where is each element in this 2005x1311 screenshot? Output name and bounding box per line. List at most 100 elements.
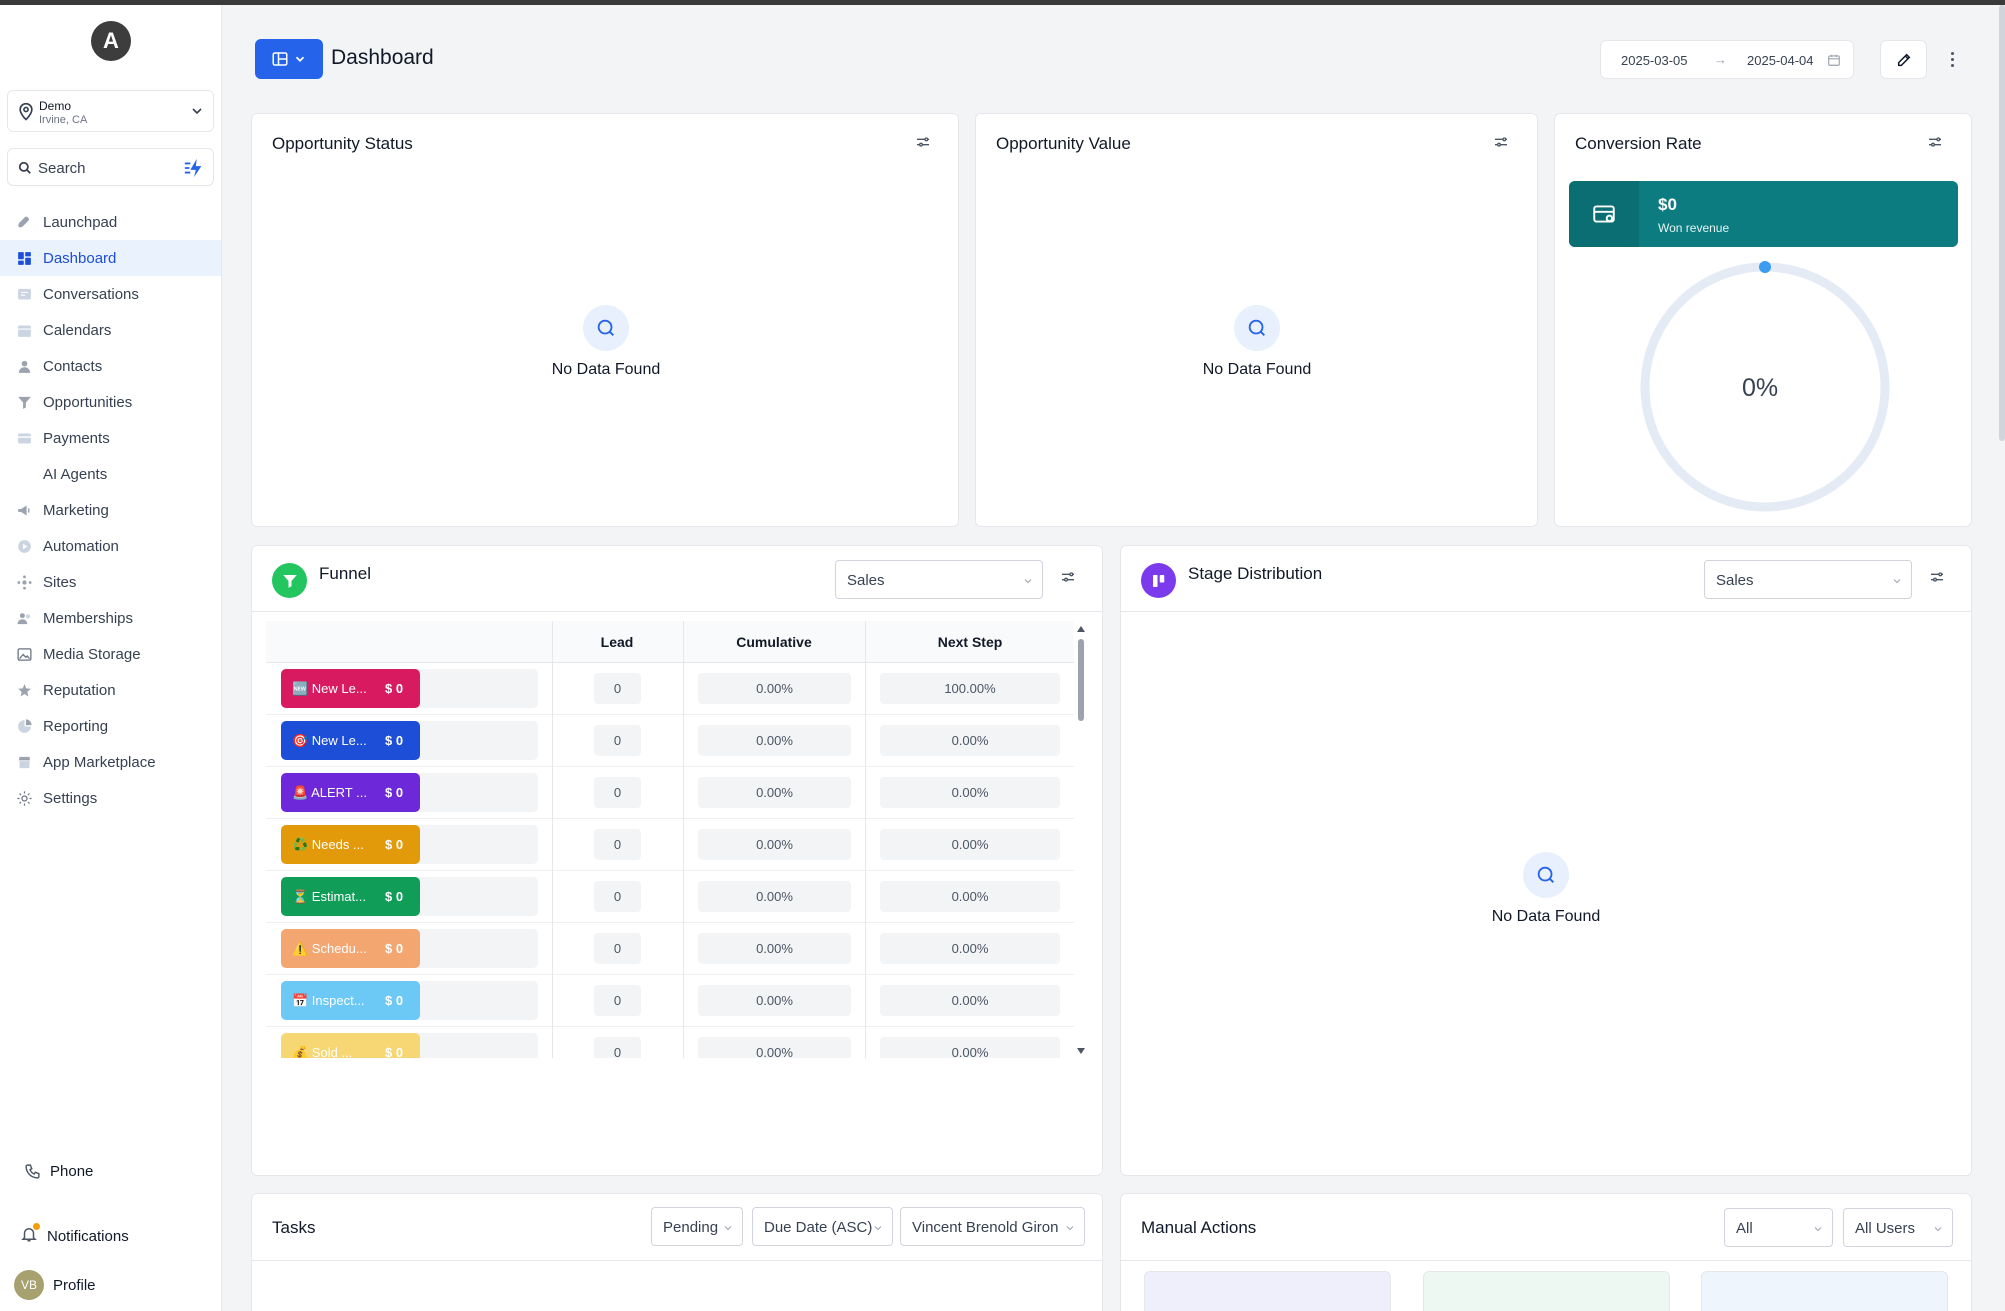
filter-settings-icon[interactable]	[1929, 569, 1945, 585]
lead-count: 0	[594, 725, 641, 756]
sidebar-item-label: Automation	[43, 537, 119, 555]
manual-action-tile[interactable]	[1701, 1271, 1948, 1311]
edit-dashboard-button[interactable]	[1880, 40, 1927, 79]
funnel-pipeline-select[interactable]: Sales	[835, 560, 1043, 599]
cumulative-value: 0.00%	[698, 673, 851, 704]
filter-settings-icon[interactable]	[915, 134, 931, 150]
sidebar-item-app-marketplace[interactable]: App Marketplace	[0, 744, 221, 780]
sidebar-item-memberships[interactable]: Memberships	[0, 600, 221, 636]
tasks-sort-select[interactable]: Due Date (ASC)	[752, 1207, 893, 1246]
scroll-down-icon[interactable]	[1076, 1047, 1086, 1056]
stage-badge[interactable]: ♻️ Needs ... $ 0	[281, 825, 420, 864]
stage-name: 💰 Sold ...	[292, 1045, 353, 1058]
app-logo[interactable]: A	[91, 21, 131, 61]
more-options-icon[interactable]	[1944, 47, 1960, 71]
select-value: Sales	[847, 572, 885, 589]
sidebar-item-notifications[interactable]: Notifications	[16, 1223, 129, 1247]
sidebar-item-launchpad[interactable]: Launchpad	[0, 204, 221, 240]
table-row: 🆕 New Le... $ 0 0 0.00% 100.00%	[266, 663, 1074, 715]
filter-settings-icon[interactable]	[1927, 134, 1943, 150]
funnel-table: Lead Cumulative Next Step 🆕 New Le... $ 0…	[266, 621, 1074, 1058]
next-step-value: 0.00%	[880, 829, 1060, 860]
stage-amount: $ 0	[385, 1045, 404, 1058]
filter-settings-icon[interactable]	[1493, 134, 1509, 150]
sidebar-item-dashboard[interactable]: Dashboard	[0, 240, 221, 276]
stage-badge[interactable]: ⏳ Estimat... $ 0	[281, 877, 420, 916]
next-step-value: 0.00%	[880, 985, 1060, 1016]
date-range-picker[interactable]: 2025-03-05 → 2025-04-04	[1600, 40, 1854, 79]
column-divider	[683, 621, 684, 1058]
cumulative-value: 0.00%	[698, 933, 851, 964]
tasks-user-select[interactable]: Vincent Brenold Giron	[900, 1207, 1085, 1246]
sidebar-item-payments[interactable]: Payments	[0, 420, 221, 456]
stage-distribution-card: Stage Distribution Sales No Data Found	[1120, 545, 1972, 1176]
bell-icon	[20, 1223, 40, 1247]
sidebar-item-conversations[interactable]: Conversations	[0, 276, 221, 312]
notifications-label: Notifications	[47, 1227, 129, 1245]
chevron-down-icon	[1066, 1226, 1074, 1231]
profile-label: Profile	[53, 1276, 96, 1294]
sidebar-item-contacts[interactable]: Contacts	[0, 348, 221, 384]
scroll-thumb[interactable]	[1078, 639, 1084, 721]
manual-actions-type-select[interactable]: All	[1724, 1208, 1833, 1247]
sidebar-item-ai-agents[interactable]: AI Agents	[0, 456, 221, 492]
phone-icon	[25, 1164, 40, 1179]
sidebar-item-label: Payments	[43, 429, 110, 447]
ring-progress-marker	[1759, 261, 1771, 273]
select-value: All Users	[1855, 1220, 1916, 1237]
sidebar-item-phone[interactable]: Phone	[16, 1163, 93, 1180]
sidebar-item-reporting[interactable]: Reporting	[0, 708, 221, 744]
stage-badge[interactable]: 💰 Sold ... $ 0	[281, 1033, 420, 1058]
stage-badge[interactable]: 📅 Inspect... $ 0	[281, 981, 420, 1020]
sidebar-item-sites[interactable]: Sites	[0, 564, 221, 600]
sidebar-item-marketing[interactable]: Marketing	[0, 492, 221, 528]
won-amount: $0	[1658, 195, 1677, 214]
stage-name: ⚠️ Schedu...	[292, 941, 367, 956]
lead-count: 0	[594, 777, 641, 808]
sidebar-item-label: Sites	[43, 573, 77, 591]
stage-amount: $ 0	[385, 785, 404, 800]
stage-badge[interactable]: 🆕 New Le... $ 0	[281, 669, 420, 708]
lightning-icon[interactable]	[183, 157, 205, 179]
sidebar-item-calendars[interactable]: Calendars	[0, 312, 221, 348]
location-switcher[interactable]: Demo Irvine, CA	[7, 90, 214, 132]
chevron-down-icon	[192, 108, 202, 115]
rocket-icon	[16, 214, 33, 231]
search-box[interactable]: Search	[7, 148, 214, 186]
stage-badge[interactable]: 🎯 New Le... $ 0	[281, 721, 420, 760]
sidebar-item-label: Launchpad	[43, 213, 118, 231]
page-scrollbar[interactable]	[1999, 5, 2005, 1311]
no-data-state: No Data Found	[1157, 305, 1357, 379]
scroll-up-icon[interactable]	[1076, 624, 1086, 633]
stage-badge[interactable]: 🚨 ALERT ... $ 0	[281, 773, 420, 812]
funnel-scrollbar[interactable]	[1076, 624, 1086, 1056]
lead-count: 0	[594, 673, 641, 704]
sidebar-item-media-storage[interactable]: Media Storage	[0, 636, 221, 672]
layout-switcher-button[interactable]	[255, 39, 323, 79]
tasks-status-select[interactable]: Pending	[651, 1207, 743, 1246]
card-title: Opportunity Value	[996, 134, 1131, 153]
select-value: All	[1736, 1220, 1753, 1237]
sidebar-item-profile[interactable]: VB Profile	[14, 1270, 96, 1300]
cumulative-value: 0.00%	[698, 777, 851, 808]
table-row: ⚠️ Schedu... $ 0 0 0.00% 0.00%	[266, 923, 1074, 975]
sidebar-item-automation[interactable]: Automation	[0, 528, 221, 564]
sidebar-item-label: App Marketplace	[43, 753, 156, 771]
no-data-state: No Data Found	[1446, 852, 1646, 926]
wallet-icon	[1569, 181, 1639, 247]
filter-settings-icon[interactable]	[1060, 569, 1076, 585]
sidebar-item-opportunities[interactable]: Opportunities	[0, 384, 221, 420]
stage-pipeline-select[interactable]: Sales	[1704, 560, 1912, 599]
manual-actions-user-select[interactable]: All Users	[1843, 1208, 1953, 1247]
sidebar-item-reputation[interactable]: Reputation	[0, 672, 221, 708]
manual-action-tile[interactable]	[1423, 1271, 1670, 1311]
sidebar-item-settings[interactable]: Settings	[0, 780, 221, 816]
stage-badge[interactable]: ⚠️ Schedu... $ 0	[281, 929, 420, 968]
opportunity-status-card: Opportunity Status No Data Found	[251, 113, 959, 527]
table-row: 💰 Sold ... $ 0 0 0.00% 0.00%	[266, 1027, 1074, 1058]
card-title: Tasks	[272, 1218, 316, 1237]
next-step-value: 0.00%	[880, 1037, 1060, 1058]
manual-action-tile[interactable]	[1144, 1271, 1391, 1311]
page-scroll-thumb[interactable]	[1999, 5, 2005, 441]
card-title: Opportunity Status	[272, 134, 413, 153]
